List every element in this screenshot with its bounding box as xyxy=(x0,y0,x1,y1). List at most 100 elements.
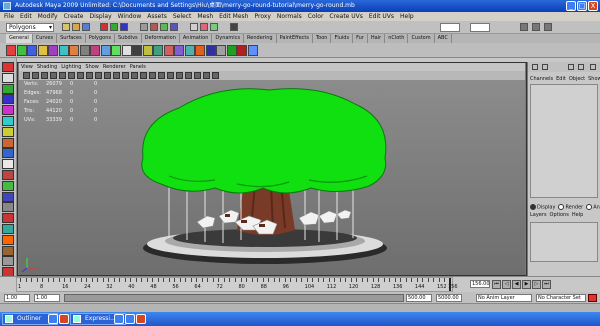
viewport-tool-icon[interactable] xyxy=(158,72,165,79)
tab-curves[interactable]: Curves xyxy=(33,34,58,43)
input-field-icon[interactable] xyxy=(230,23,238,31)
tab-animation[interactable]: Animation xyxy=(180,34,213,43)
perspective-viewport[interactable]: Verts: 26079 0 0 Edges: 47968 0 0 Faces: 24020 0 0 T… xyxy=(19,80,525,275)
mask-icon[interactable] xyxy=(140,23,148,31)
tool-icon[interactable] xyxy=(2,202,14,213)
tool-icon[interactable] xyxy=(2,126,14,137)
shelf-tool-icon[interactable] xyxy=(16,45,27,56)
viewport-tool-icon[interactable] xyxy=(23,72,30,79)
shelf-tool-icon[interactable] xyxy=(90,45,100,56)
float-icon[interactable] xyxy=(578,64,584,70)
viewport-tool-icon[interactable] xyxy=(86,72,93,79)
playback-end-field[interactable]: 500.00 xyxy=(406,294,432,302)
shelf-tool-icon[interactable] xyxy=(121,45,132,56)
tab-custom[interactable]: Custom xyxy=(408,34,435,43)
menu-file[interactable]: File xyxy=(4,12,14,21)
viewport-tool-icon[interactable] xyxy=(95,72,102,79)
layer-menu-options[interactable]: Options xyxy=(550,212,569,218)
shelf-tool-icon[interactable] xyxy=(226,45,237,56)
tool-icon[interactable] xyxy=(2,170,14,180)
shelf-tool-icon[interactable] xyxy=(58,45,69,56)
shelf-tool-icon[interactable] xyxy=(27,45,37,56)
tool-icon[interactable] xyxy=(2,191,14,202)
viewport-tool-icon[interactable] xyxy=(59,72,66,79)
channel-box-menu-edit[interactable]: Edit xyxy=(556,76,566,82)
select-by-component-icon[interactable] xyxy=(120,23,128,31)
tool-icon[interactable] xyxy=(2,83,14,94)
range-bar[interactable] xyxy=(64,294,404,302)
start-time-field[interactable]: 1.00 xyxy=(4,294,30,302)
taskbar-restore-icon[interactable] xyxy=(48,314,58,324)
viewport-tool-icon[interactable] xyxy=(194,72,201,79)
channel-box-menu-object[interactable]: Object xyxy=(569,76,585,82)
open-scene-icon[interactable] xyxy=(72,23,80,31)
snap-curve-icon[interactable] xyxy=(160,23,168,31)
ipr-render-icon[interactable] xyxy=(200,23,208,31)
tab-deformation[interactable]: Deformation xyxy=(142,34,180,43)
shelf-tool-icon[interactable] xyxy=(142,45,153,56)
playback-start-field[interactable]: 1.00 xyxy=(34,294,60,302)
shelf-tool-icon[interactable] xyxy=(100,45,111,56)
play-back-button[interactable]: ◀ xyxy=(512,280,521,289)
viewport-tool-icon[interactable] xyxy=(50,72,57,79)
tool-icon[interactable] xyxy=(2,105,14,116)
viewport-tool-icon[interactable] xyxy=(149,72,156,79)
layer-mode-anim[interactable]: Anim xyxy=(586,204,600,211)
maximize-button[interactable]: □ xyxy=(577,1,587,11)
tool-icon[interactable] xyxy=(2,116,14,126)
menu-color[interactable]: Color xyxy=(308,12,324,21)
render-icon[interactable] xyxy=(190,23,198,31)
menu-display[interactable]: Display xyxy=(90,12,112,21)
close-panel-icon[interactable] xyxy=(590,64,596,70)
menu-mesh[interactable]: Mesh xyxy=(197,12,213,21)
show-attribute-editor-icon[interactable] xyxy=(520,23,528,31)
tool-icon[interactable] xyxy=(2,245,14,256)
tab-fur[interactable]: Fur xyxy=(353,34,368,43)
menu-edit-uvs[interactable]: Edit UVs xyxy=(369,12,394,21)
viewport-tool-icon[interactable] xyxy=(113,72,120,79)
channel-box-menu-channels[interactable]: Channels xyxy=(530,76,553,82)
tab-painteffects[interactable]: PaintEffects xyxy=(277,34,313,43)
auto-key-icon[interactable] xyxy=(588,294,597,302)
viewport-tool-icon[interactable] xyxy=(122,72,129,79)
go-to-end-button[interactable]: ⏭ xyxy=(542,280,551,289)
taskbar-close-icon-2[interactable] xyxy=(136,314,146,324)
select-by-object-icon[interactable] xyxy=(110,23,118,31)
select-by-hierarchy-icon[interactable] xyxy=(100,23,108,31)
viewport-tool-icon[interactable] xyxy=(68,72,75,79)
menu-window[interactable]: Window xyxy=(118,12,142,21)
tab-subdivs[interactable]: Subdivs xyxy=(115,34,142,43)
tool-icon[interactable] xyxy=(2,213,14,224)
viewport-tool-icon[interactable] xyxy=(185,72,192,79)
tool-icon[interactable] xyxy=(2,62,14,72)
tool-icon[interactable] xyxy=(2,234,14,245)
tab-abc[interactable]: ABC xyxy=(435,34,452,43)
viewport-menu-view[interactable]: View xyxy=(21,63,33,71)
step-back-button[interactable]: ◁ xyxy=(502,280,511,289)
shelf-tool-icon[interactable] xyxy=(111,45,121,56)
render-settings-icon[interactable] xyxy=(210,23,218,31)
channel-box-body[interactable] xyxy=(530,84,598,198)
snap-point-icon[interactable] xyxy=(170,23,178,31)
tab-hair[interactable]: Hair xyxy=(368,34,386,43)
menu-proxy[interactable]: Proxy xyxy=(254,12,270,21)
shelf-tool-icon[interactable] xyxy=(37,45,48,56)
viewport-tool-icon[interactable] xyxy=(140,72,147,79)
tool-icon[interactable] xyxy=(2,148,14,159)
menu-modify[interactable]: Modify xyxy=(38,12,58,21)
tab-surfaces[interactable]: Surfaces xyxy=(57,34,86,43)
viewport-tool-icon[interactable] xyxy=(131,72,138,79)
channel-box-menu-show[interactable]: Show xyxy=(588,76,600,82)
layer-menu-help[interactable]: Help xyxy=(572,212,583,218)
snap-grid-icon[interactable] xyxy=(150,23,158,31)
layer-mode-render[interactable]: Render xyxy=(558,204,583,211)
viewport-tool-icon[interactable] xyxy=(41,72,48,79)
viewport-menu-renderer[interactable]: Renderer xyxy=(103,63,126,71)
menu-assets[interactable]: Assets xyxy=(147,12,167,21)
tool-icon[interactable] xyxy=(2,224,14,234)
tab-toon[interactable]: Toon xyxy=(313,34,332,43)
menu-edit-mesh[interactable]: Edit Mesh xyxy=(219,12,248,21)
taskbar-restore-icon-2[interactable] xyxy=(114,314,124,324)
input-field-x[interactable] xyxy=(440,23,460,32)
dock-icon[interactable] xyxy=(568,64,574,70)
